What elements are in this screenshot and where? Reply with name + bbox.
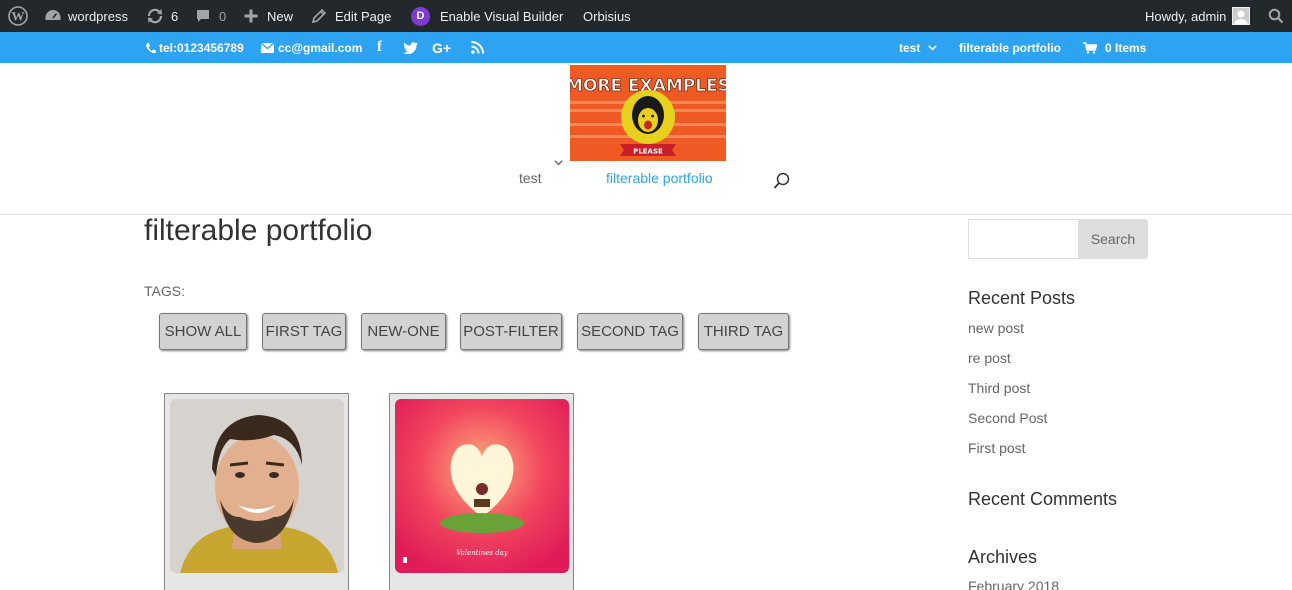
- recent-posts-title: Recent Posts: [968, 288, 1076, 308]
- portfolio-item[interactable]: Valentines day: [389, 393, 574, 590]
- new-content-link[interactable]: New: [244, 0, 293, 32]
- edit-page-label: Edit Page: [335, 8, 392, 24]
- tags-label: TAGS:: [144, 283, 185, 299]
- tag-button-first-tag[interactable]: FIRST TAG: [262, 313, 346, 350]
- archives-title: Archives: [968, 547, 1038, 567]
- logo-banner-text: PLEASE: [633, 148, 663, 156]
- site-logo[interactable]: MORE EXAMPLES PLEASE: [570, 65, 726, 161]
- phone-icon: [146, 42, 156, 53]
- theme-label: Orbisius: [583, 8, 631, 24]
- sidebar-search-button[interactable]: Search: [1078, 219, 1148, 259]
- recent-post-link[interactable]: Third post: [968, 380, 1030, 396]
- visual-builder-label: Enable Visual Builder: [440, 8, 564, 24]
- tag-button-post-filter[interactable]: POST-FILTER: [460, 313, 562, 350]
- header-search-icon[interactable]: [773, 172, 791, 193]
- divi-icon: D: [411, 6, 430, 26]
- portfolio-item[interactable]: [164, 393, 349, 590]
- google-plus-icon[interactable]: G+: [432, 32, 451, 63]
- dashboard-icon: [45, 10, 61, 20]
- sidebar-search-input[interactable]: [968, 219, 1079, 259]
- phone-number: tel:0123456789: [159, 40, 244, 55]
- site-name: wordpress: [68, 8, 128, 24]
- top-menu-test[interactable]: test: [899, 32, 938, 63]
- top-header: tel:0123456789 cc@gmail.com f G+ test fi…: [0, 32, 1292, 63]
- nav-item-test-label: test: [519, 170, 542, 186]
- portfolio-image-man[interactable]: [170, 399, 344, 573]
- tag-button-new-one[interactable]: NEW-ONE: [361, 313, 446, 350]
- recent-post-link[interactable]: new post: [968, 320, 1024, 336]
- top-menu-portfolio-label: filterable portfolio: [959, 40, 1061, 55]
- portfolio-image-valentine[interactable]: Valentines day: [395, 399, 569, 573]
- comment-icon: [197, 10, 209, 22]
- updates-icon: [147, 8, 163, 24]
- email-address: cc@gmail.com: [278, 40, 363, 55]
- search-icon[interactable]: [1268, 0, 1284, 32]
- email-link[interactable]: cc@gmail.com: [261, 32, 362, 63]
- howdy-label: Howdy, admin: [1145, 8, 1227, 24]
- rss-icon[interactable]: [471, 32, 484, 63]
- tag-button-second-tag[interactable]: SECOND TAG: [577, 313, 683, 350]
- cart-icon: [1083, 41, 1097, 54]
- svg-text:W: W: [12, 9, 25, 24]
- top-menu-test-label: test: [899, 40, 921, 55]
- chevron-down-icon: [554, 160, 563, 166]
- new-label: New: [267, 8, 294, 24]
- main-header: MORE EXAMPLES PLEASE test filterable por…: [0, 63, 1292, 215]
- recent-post-link[interactable]: re post: [968, 350, 1011, 366]
- facebook-icon[interactable]: f: [377, 32, 382, 63]
- cart-link[interactable]: 0 Items: [1083, 32, 1146, 63]
- phone-link[interactable]: tel:0123456789: [145, 32, 244, 63]
- tag-button-show-all[interactable]: SHOW ALL: [159, 313, 247, 350]
- nav-item-portfolio[interactable]: filterable portfolio: [606, 170, 713, 186]
- theme-link[interactable]: Orbisius: [583, 0, 631, 32]
- valentine-caption: Valentines day: [456, 549, 509, 557]
- updates-count: 6: [171, 8, 179, 24]
- comments-count: 0: [219, 8, 227, 24]
- edit-page-link[interactable]: Edit Page: [311, 0, 391, 32]
- cart-label: 0 Items: [1105, 40, 1147, 55]
- twitter-icon[interactable]: [403, 32, 418, 63]
- recent-post-link[interactable]: Second Post: [968, 410, 1047, 426]
- recent-post-link[interactable]: First post: [968, 440, 1026, 456]
- page-title: filterable portfolio: [144, 214, 373, 247]
- top-menu-portfolio[interactable]: filterable portfolio: [959, 32, 1061, 63]
- my-account-link[interactable]: Howdy, admin: [1145, 0, 1251, 32]
- chevron-down-icon: [928, 44, 938, 51]
- avatar: [1232, 7, 1251, 25]
- recent-comments-title: Recent Comments: [968, 489, 1118, 509]
- admin-bar: W wordpress 6 0 New Edit Page D Enable V…: [0, 0, 1292, 32]
- site-name-link[interactable]: wordpress: [44, 0, 128, 32]
- wordpress-logo-icon[interactable]: W: [8, 0, 28, 32]
- nav-item-portfolio-label: filterable portfolio: [606, 170, 713, 186]
- visual-builder-link[interactable]: D Enable Visual Builder: [411, 0, 563, 32]
- plus-icon: [244, 9, 258, 23]
- envelope-icon: [261, 42, 274, 53]
- comments-link[interactable]: 0: [195, 0, 226, 32]
- updates-link[interactable]: 6: [146, 0, 178, 32]
- nav-item-test[interactable]: test: [519, 160, 563, 186]
- archive-link[interactable]: February 2018: [968, 578, 1059, 590]
- pencil-icon: [311, 8, 327, 24]
- tag-button-third-tag[interactable]: THIRD TAG: [698, 313, 789, 350]
